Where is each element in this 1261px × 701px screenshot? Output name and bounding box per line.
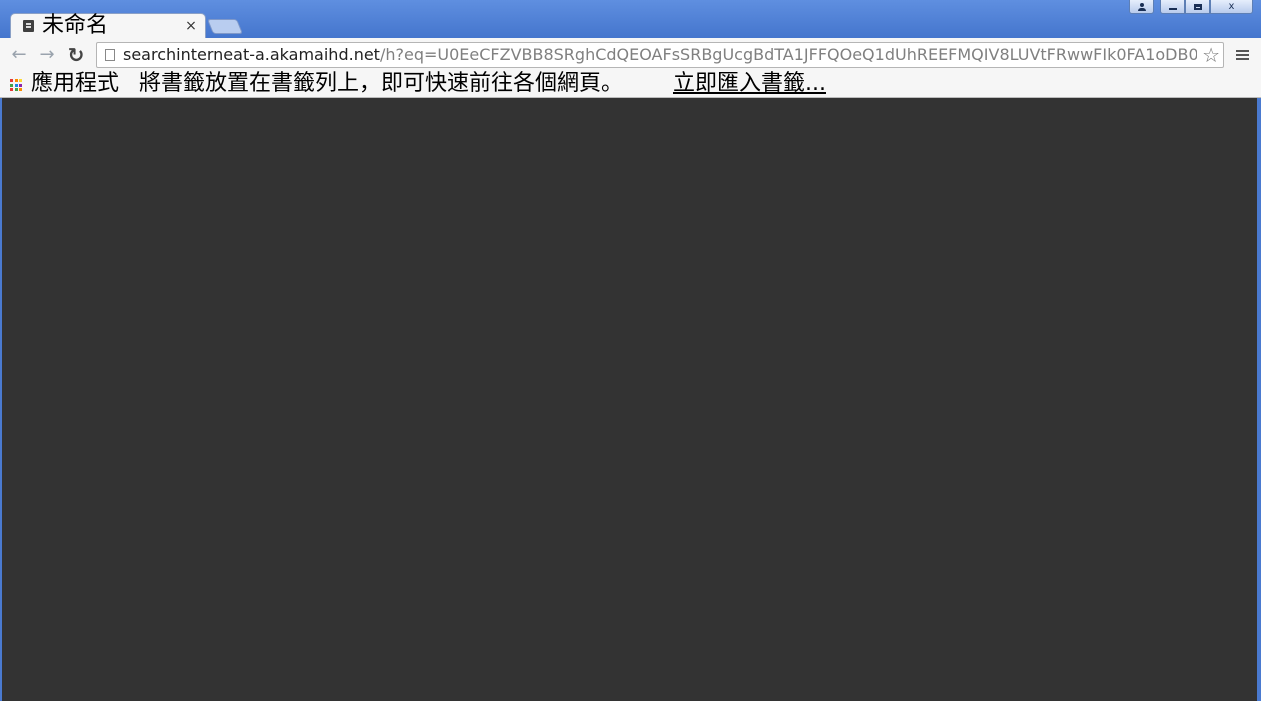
url-host: searchinterneat-a.akamaihd.net	[123, 45, 380, 64]
page-favicon-icon	[23, 20, 34, 32]
apps-grid-dot	[14, 83, 18, 87]
menu-hamburger-icon[interactable]	[1236, 50, 1249, 61]
window-close-icon: x	[1228, 1, 1235, 12]
apps-shortcut[interactable]: 應用程式	[31, 71, 119, 97]
bookmarks-bar: 應用程式 將書籤放置在書籤列上，即可快速前往各個網頁。 立即匯入書籤...	[0, 71, 1261, 98]
minimize-icon	[1168, 8, 1177, 10]
apps-grid-dot	[10, 83, 13, 87]
minimize-button[interactable]	[1160, 0, 1185, 14]
window-controls: x	[1129, 0, 1253, 16]
apps-grid-icon[interactable]	[10, 79, 22, 91]
back-button[interactable]: ←	[8, 44, 30, 66]
address-bar[interactable]: searchinterneat-a.akamaihd.net/h?eq=U0Ee…	[96, 42, 1224, 68]
profile-button[interactable]	[1129, 0, 1154, 14]
page-content[interactable]	[2, 98, 1257, 701]
apps-grid-dot	[19, 79, 22, 82]
maximize-icon	[1193, 3, 1202, 10]
apps-grid-dot	[19, 83, 22, 87]
new-tab-button[interactable]	[206, 19, 244, 34]
import-bookmarks-link[interactable]: 立即匯入書籤...	[673, 71, 826, 97]
tab-close-icon[interactable]: ×	[183, 17, 199, 35]
browser-window: 未命名 × x ← → ↻ searchinterneat-a.akamaihd…	[0, 0, 1261, 701]
apps-grid-dot	[10, 79, 13, 82]
bookmark-star-icon[interactable]: ☆	[1202, 44, 1220, 66]
browser-toolbar: ← → ↻ searchinterneat-a.akamaihd.net/h?e…	[0, 38, 1261, 72]
page-icon	[105, 49, 115, 61]
tab-title: 未命名	[42, 13, 109, 38]
tab-active[interactable]: 未命名 ×	[10, 13, 206, 38]
window-close-button[interactable]: x	[1210, 0, 1253, 14]
apps-grid-dot	[14, 79, 18, 82]
url-text[interactable]: searchinterneat-a.akamaihd.net/h?eq=U0Ee…	[123, 45, 1197, 65]
apps-grid-dot	[10, 88, 13, 91]
url-path: /h?eq=U0EeCFZVBB8SRghCdQEOAFsSRBgUcgBdTA…	[379, 45, 1197, 64]
apps-grid-dot	[19, 88, 22, 91]
forward-button[interactable]: →	[36, 44, 58, 66]
user-icon	[1137, 2, 1146, 11]
apps-grid-dot	[14, 88, 18, 91]
bookmarks-hint-text: 將書籤放置在書籤列上，即可快速前往各個網頁。	[139, 71, 624, 96]
tab-strip: 未命名 × x	[0, 0, 1261, 38]
window-frame-right	[1257, 98, 1261, 701]
maximize-button[interactable]	[1185, 0, 1210, 14]
reload-button[interactable]: ↻	[65, 44, 87, 66]
